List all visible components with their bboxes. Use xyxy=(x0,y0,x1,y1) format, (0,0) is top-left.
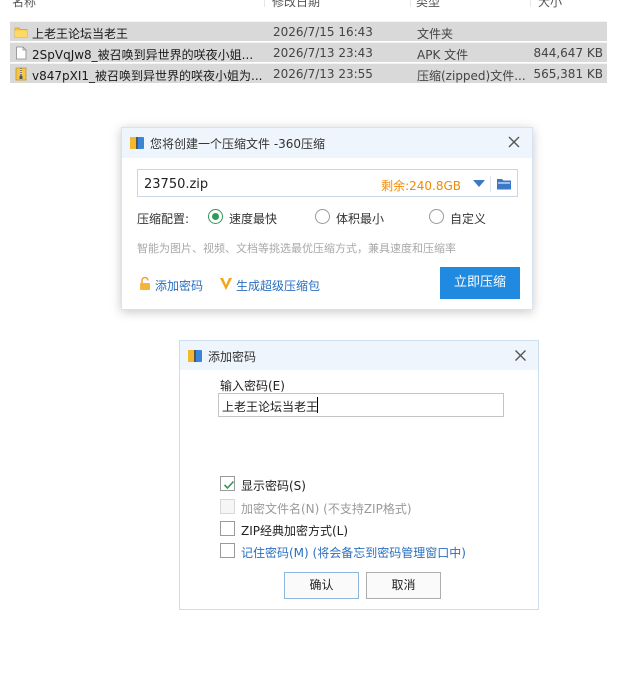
close-icon[interactable] xyxy=(505,133,523,151)
radio-label: 体积最小 xyxy=(336,212,385,226)
divider xyxy=(490,176,491,192)
password-input-label: 输入密码(E) xyxy=(220,379,285,393)
file-name: v847pXI1_被召唤到异世界的咲夜小姐为... xyxy=(32,69,263,83)
dialog-titlebar: 添加密码 xyxy=(180,341,538,370)
cancel-button[interactable]: 取消 xyxy=(366,572,441,599)
radio-label: 速度最快 xyxy=(229,212,278,226)
checkbox-label: 显示密码(S) xyxy=(241,479,306,493)
radio-indicator xyxy=(429,209,444,224)
text-caret xyxy=(317,397,318,413)
column-name[interactable]: 名称 xyxy=(12,0,36,10)
close-icon[interactable] xyxy=(512,347,529,364)
password-value: 上老王论坛当老王 xyxy=(222,400,319,414)
browse-folder-icon[interactable] xyxy=(496,176,512,191)
radio-label: 自定义 xyxy=(450,212,487,226)
file-date: 2026/7/13 23:55 xyxy=(273,67,373,81)
free-space-label: 剩余:240.8GB xyxy=(381,179,461,193)
file-size: 565,381 KB xyxy=(533,67,603,81)
file-icon xyxy=(16,46,27,60)
checkbox-label: 加密文件名(N) (不支持ZIP格式) xyxy=(241,502,412,516)
password-input[interactable]: 上老王论坛当老王 xyxy=(218,393,504,417)
checkmark-icon xyxy=(223,480,235,490)
checkbox-box xyxy=(220,476,235,491)
password-dialog: 添加密码 输入密码(E) 上老王论坛当老王 显示密码(S) 加密文件名(N) (… xyxy=(179,340,539,610)
radio-indicator xyxy=(315,209,330,224)
archive-filename: 23750.zip xyxy=(144,177,209,192)
checkbox-box xyxy=(220,521,235,536)
compress-now-button[interactable]: 立即压缩 xyxy=(440,267,520,299)
column-header: 名称 修改日期 类型 大小 xyxy=(0,0,620,9)
archive-app-icon xyxy=(188,350,202,362)
column-date[interactable]: 修改日期 xyxy=(272,0,320,10)
compress-hint-text: 智能为图片、视频、文档等挑选最优压缩方式，兼具速度和压缩率 xyxy=(137,242,456,255)
v-badge-icon xyxy=(220,278,232,290)
file-date: 2026/7/13 23:43 xyxy=(273,46,373,60)
checkbox-label: ZIP经典加密方式(L) xyxy=(241,524,349,538)
zip-file-icon xyxy=(15,67,27,81)
archive-app-icon xyxy=(130,137,144,149)
column-type[interactable]: 类型 xyxy=(416,0,440,10)
add-password-label: 添加密码 xyxy=(155,279,204,293)
archive-filename-field[interactable]: 23750.zip 剩余:240.8GB xyxy=(137,169,518,197)
file-type: 文件夹 xyxy=(417,27,454,41)
file-name: 上老王论坛当老王 xyxy=(32,27,129,41)
file-row[interactable]: 上老王论坛当老王 2026/7/15 16:43 文件夹 xyxy=(10,21,607,41)
checkbox-box xyxy=(220,543,235,558)
column-size[interactable]: 大小 xyxy=(538,0,562,10)
dialog-title: 您将创建一个压缩文件 -360压缩 xyxy=(150,137,326,151)
ok-button[interactable]: 确认 xyxy=(284,572,359,599)
file-type: 压缩(zipped)文件... xyxy=(417,69,526,83)
file-explorer-list: 名称 修改日期 类型 大小 上老王论坛当老王 2026/7/15 16:43 文… xyxy=(0,0,620,90)
dropdown-arrow-icon[interactable] xyxy=(473,180,485,187)
file-name: 2SpVqJw8_被召唤到异世界的咲夜小姐... xyxy=(32,48,254,62)
super-package-label: 生成超级压缩包 xyxy=(236,279,321,293)
checkbox-label: 记住密码(M) (将会备忘到密码管理窗口中) xyxy=(241,546,466,560)
file-row[interactable]: 2SpVqJw8_被召唤到异世界的咲夜小姐... 2026/7/13 23:43… xyxy=(10,42,607,62)
lock-icon xyxy=(140,276,150,290)
compress-config-label: 压缩配置: xyxy=(137,212,190,226)
dialog-titlebar: 您将创建一个压缩文件 -360压缩 xyxy=(122,128,532,158)
dialog-title: 添加密码 xyxy=(208,350,257,364)
file-date: 2026/7/15 16:43 xyxy=(273,25,373,39)
folder-icon xyxy=(14,27,28,38)
radio-indicator xyxy=(208,209,223,224)
file-size: 844,647 KB xyxy=(533,46,603,60)
file-row[interactable]: v847pXI1_被召唤到异世界的咲夜小姐为... 2026/7/13 23:5… xyxy=(10,63,607,83)
file-type: APK 文件 xyxy=(417,48,469,62)
checkbox-box xyxy=(220,499,235,514)
compress-dialog: 您将创建一个压缩文件 -360压缩 23750.zip 剩余:240.8GB 压… xyxy=(121,127,533,310)
